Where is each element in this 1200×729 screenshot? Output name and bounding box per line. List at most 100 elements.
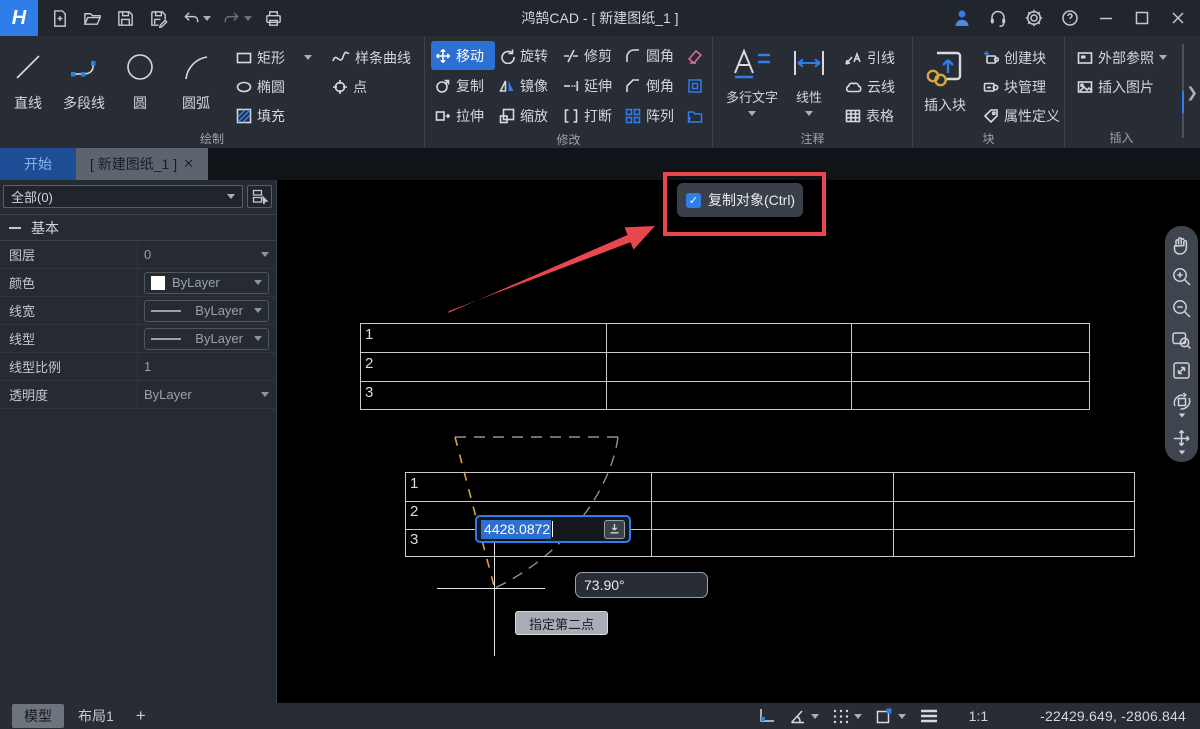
tool-array[interactable]: 阵列 xyxy=(621,101,683,130)
chevron-down-icon[interactable] xyxy=(811,714,819,719)
move-view-button[interactable] xyxy=(1171,428,1192,455)
pan-button[interactable] xyxy=(1171,235,1192,256)
linear-flyout-caret[interactable] xyxy=(805,111,813,116)
undo-dropdown-caret[interactable] xyxy=(203,16,211,21)
tool-block-manager[interactable]: 块管理 xyxy=(979,72,1064,101)
tool-rectangle[interactable]: 矩形 xyxy=(232,43,316,72)
mtext-flyout-caret[interactable] xyxy=(748,111,756,116)
selection-filter-dropdown[interactable]: 全部(0) xyxy=(3,185,243,208)
tool-spline[interactable]: 样条曲线 xyxy=(328,43,415,72)
redo-dropdown-caret[interactable] xyxy=(244,16,252,21)
undo-button[interactable] xyxy=(179,6,203,30)
tool-trim[interactable]: 修剪 xyxy=(559,41,621,70)
status-bar: 模型 布局1 + 1:1 -22429.649, -2806.8 xyxy=(0,703,1200,729)
new-file-button[interactable] xyxy=(47,6,71,30)
tool-hatch[interactable]: 填充 xyxy=(232,101,316,130)
transparency-value-dropdown[interactable]: ByLayer xyxy=(138,381,276,408)
chevron-down-icon[interactable] xyxy=(854,714,862,719)
chevron-down-icon[interactable] xyxy=(1178,413,1184,417)
color-value-dropdown[interactable]: ByLayer xyxy=(144,272,269,294)
tab-document[interactable]: [ 新建图纸_1 ] ✕ xyxy=(76,148,208,180)
save-as-button[interactable] xyxy=(146,6,170,30)
layout1-tab[interactable]: 布局1 xyxy=(78,706,114,726)
tool-chamfer[interactable]: 倒角 xyxy=(621,71,683,100)
tool-move[interactable]: 移动 xyxy=(431,41,495,70)
zoom-window-button[interactable] xyxy=(1171,329,1192,350)
tool-attribute-define[interactable]: 属性定义 xyxy=(979,101,1064,130)
ribbon-expand-chevron-icon[interactable]: ❯ xyxy=(1186,84,1198,101)
tool-polyline[interactable]: 多段线 xyxy=(56,39,112,111)
ribbon-scrollbar-thumb[interactable] xyxy=(1182,91,1184,113)
linetype-value-dropdown[interactable]: ByLayer xyxy=(144,328,269,350)
maximize-button[interactable] xyxy=(1130,6,1154,30)
chevron-down-icon[interactable] xyxy=(898,714,906,719)
close-button[interactable] xyxy=(1166,6,1190,30)
tool-copy[interactable]: 复制 xyxy=(431,71,495,100)
annotation-scale[interactable]: 1:1 xyxy=(969,708,988,724)
print-button[interactable] xyxy=(261,6,285,30)
object-snap-toggle[interactable] xyxy=(875,707,906,725)
tool-eraser[interactable] xyxy=(683,41,707,70)
redo-button[interactable] xyxy=(220,6,244,30)
drawing-canvas[interactable]: ✓ 复制对象(Ctrl) 1 2 3 1 2 3 4428.08 xyxy=(277,180,1200,703)
add-layout-button[interactable]: + xyxy=(136,706,146,726)
tool-revision-cloud[interactable]: 云线 xyxy=(841,72,899,101)
layer-value-dropdown[interactable]: 0 xyxy=(138,241,276,268)
tool-mtext[interactable]: 多行文字 xyxy=(719,39,785,116)
zoom-in-button[interactable] xyxy=(1171,266,1192,287)
rectangle-flyout-caret[interactable] xyxy=(304,55,312,60)
minimize-button[interactable] xyxy=(1094,6,1118,30)
chevron-down-icon[interactable] xyxy=(1178,450,1184,454)
document-tab-bar: 开始 [ 新建图纸_1 ] ✕ xyxy=(0,148,1200,180)
ortho-toggle[interactable] xyxy=(757,707,776,725)
tool-extend[interactable]: 延伸 xyxy=(559,71,621,100)
orbit-button[interactable] xyxy=(1171,392,1193,418)
tool-linear-dim[interactable]: 线性 xyxy=(785,39,833,116)
user-account-icon[interactable] xyxy=(950,6,974,30)
ltscale-value-field[interactable]: 1 xyxy=(138,353,276,380)
tool-leader[interactable]: 引线 xyxy=(841,43,899,72)
tool-explode-folder[interactable] xyxy=(683,101,707,130)
tool-stretch[interactable]: 拉伸 xyxy=(431,101,495,130)
tab-close-icon[interactable]: ✕ xyxy=(183,156,194,172)
app-logo[interactable]: H xyxy=(0,0,38,36)
tool-fillet[interactable]: 圆角 xyxy=(621,41,683,70)
attribute-tag-icon xyxy=(983,108,999,124)
tool-create-block[interactable]: 创建块 xyxy=(979,43,1064,72)
help-icon[interactable] xyxy=(1058,6,1082,30)
quick-select-button[interactable] xyxy=(247,185,272,208)
save-button[interactable] xyxy=(113,6,137,30)
tab-start[interactable]: 开始 xyxy=(0,148,76,180)
tool-scale[interactable]: 缩放 xyxy=(495,101,559,130)
distance-input[interactable]: 4428.0872 xyxy=(475,515,631,543)
copy-checkbox[interactable]: ✓ xyxy=(686,193,701,208)
support-headset-icon[interactable] xyxy=(986,6,1010,30)
cloud-icon xyxy=(845,79,862,95)
tool-line[interactable]: 直线 xyxy=(0,39,56,111)
tool-break[interactable]: 打断 xyxy=(559,101,621,130)
tool-table[interactable]: 表格 xyxy=(841,101,899,130)
input-history-button[interactable] xyxy=(604,520,625,539)
tool-mirror[interactable]: 镜像 xyxy=(495,71,559,100)
xref-flyout-caret[interactable] xyxy=(1159,55,1167,60)
model-space-tab[interactable]: 模型 xyxy=(12,704,64,728)
lineweight-display-toggle[interactable] xyxy=(919,708,939,724)
open-file-button[interactable] xyxy=(80,6,104,30)
zoom-extents-button[interactable] xyxy=(1171,360,1192,381)
tool-insert-image[interactable]: 插入图片 xyxy=(1073,72,1171,101)
zoom-out-button[interactable] xyxy=(1171,298,1192,319)
tool-arc[interactable]: 圆弧 xyxy=(168,39,224,111)
tool-ellipse[interactable]: 椭圆 xyxy=(232,72,316,101)
tool-xref[interactable]: 外部参照 xyxy=(1073,43,1171,72)
tool-insert-block[interactable]: 插入块 xyxy=(917,39,973,113)
polar-tracking-toggle[interactable] xyxy=(789,708,819,725)
lineweight-value-dropdown[interactable]: ByLayer xyxy=(144,300,269,322)
settings-gear-icon[interactable] xyxy=(1022,6,1046,30)
tool-offset[interactable] xyxy=(683,71,707,100)
tool-point[interactable]: 点 xyxy=(328,72,415,101)
tool-rotate[interactable]: 旋转 xyxy=(495,41,559,70)
section-basic[interactable]: 基本 xyxy=(0,214,276,241)
tool-circle[interactable]: 圆 xyxy=(112,39,168,111)
grid-snap-toggle[interactable] xyxy=(832,708,862,725)
annotate-panel-label: 注释 xyxy=(713,130,912,148)
